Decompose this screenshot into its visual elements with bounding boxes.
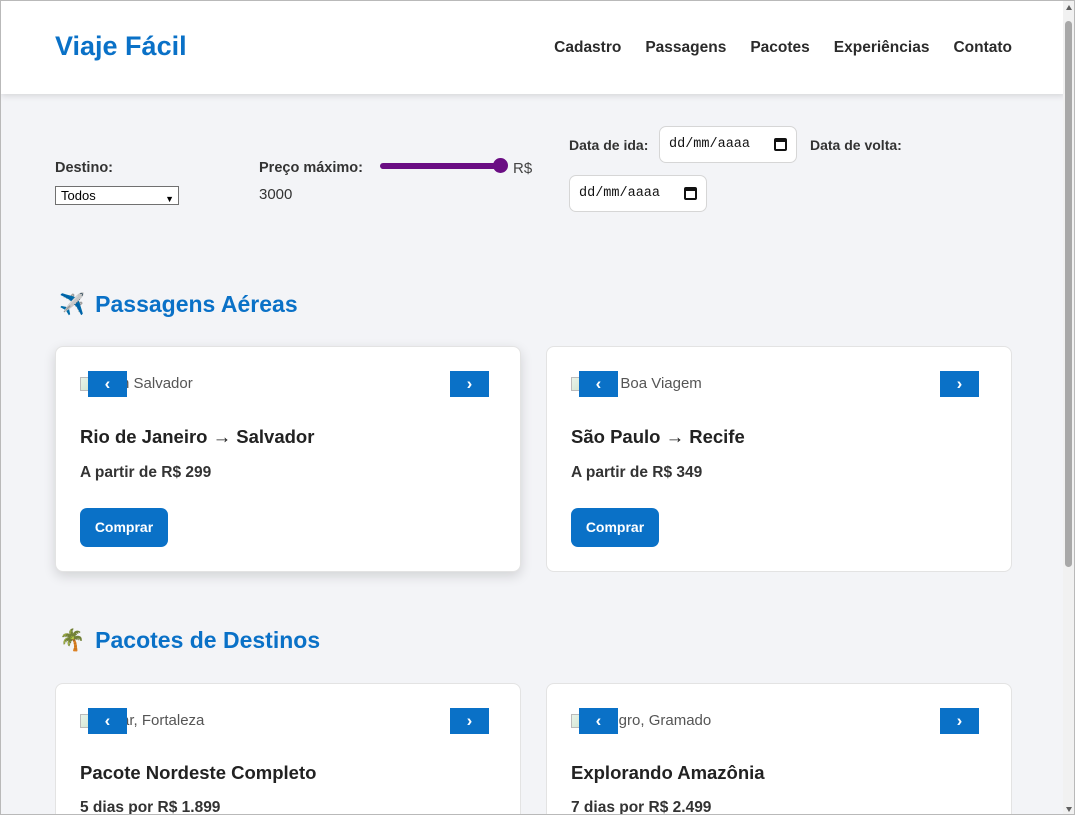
- page: Viaje Fácil Cadastro Passagens Pacotes E…: [0, 0, 1075, 815]
- section-title-pacotes: 🌴 Pacotes de Destinos: [59, 627, 320, 654]
- card-title: Rio de Janeiro → Salvador: [80, 426, 315, 447]
- section-title-passagens: ✈️ Passagens Aéreas: [59, 291, 298, 318]
- buy-button[interactable]: Comprar: [571, 508, 659, 547]
- card-title: Pacote Nordeste Completo: [80, 762, 317, 783]
- carousel-next-button[interactable]: ›: [450, 708, 489, 734]
- nav-link-contato[interactable]: Contato: [953, 39, 1012, 57]
- card-price: A partir de R$ 349: [571, 464, 703, 481]
- carousel-prev-button[interactable]: ‹: [88, 371, 127, 397]
- page-scrollbar[interactable]: [1063, 1, 1074, 814]
- volta-label: Data de volta:: [810, 137, 902, 153]
- card-title: São Paulo → Recife: [571, 426, 745, 447]
- main-nav: Cadastro Passagens Pacotes Experiências …: [554, 39, 1012, 57]
- card-price: 7 dias por R$ 2.499: [571, 799, 712, 815]
- flight-card: a de Boa Viagem ‹ › São Paulo → Recife A…: [546, 346, 1012, 572]
- nav-link-passagens[interactable]: Passagens: [645, 39, 726, 57]
- carousel-next-button[interactable]: ›: [940, 708, 979, 734]
- scrollbar-thumb[interactable]: [1065, 21, 1072, 567]
- site-header: Viaje Fácil Cadastro Passagens Pacotes E…: [1, 1, 1065, 94]
- section-heading: Pacotes de Destinos: [95, 627, 321, 653]
- volta-date-input[interactable]: dd/mm/aaaa: [569, 175, 707, 212]
- package-card: a mar, Fortaleza ‹ › Pacote Nordeste Com…: [55, 683, 521, 815]
- carousel-next-button[interactable]: ›: [450, 371, 489, 397]
- nav-link-cadastro[interactable]: Cadastro: [554, 39, 621, 57]
- flight-card: a em Salvador ‹ › Rio de Janeiro → Salva…: [55, 346, 521, 572]
- section-heading: Passagens Aéreas: [95, 291, 298, 317]
- calendar-icon[interactable]: [774, 138, 787, 151]
- ida-label: Data de ida:: [569, 137, 649, 153]
- calendar-icon[interactable]: [684, 187, 697, 200]
- palm-tree-icon: 🌴: [59, 628, 86, 652]
- chevron-down-icon: ▼: [165, 194, 174, 204]
- package-card: o Negro, Gramado ‹ › Explorando Amazônia…: [546, 683, 1012, 815]
- card-price: 5 dias por R$ 1.899: [80, 799, 221, 815]
- scroll-down-arrow-icon[interactable]: [1066, 807, 1072, 812]
- carousel-next-button[interactable]: ›: [940, 371, 979, 397]
- preco-range-slider[interactable]: [380, 163, 507, 169]
- carousel-prev-button[interactable]: ‹: [579, 708, 618, 734]
- scroll-up-arrow-icon[interactable]: [1066, 5, 1072, 10]
- nav-link-pacotes[interactable]: Pacotes: [750, 39, 809, 57]
- ida-date-input[interactable]: dd/mm/aaaa: [659, 126, 797, 163]
- destino-select[interactable]: Todos ▼: [55, 186, 179, 205]
- airplane-icon: ✈️: [59, 292, 86, 316]
- carousel-prev-button[interactable]: ‹: [88, 708, 127, 734]
- destino-label: Destino:: [55, 160, 113, 176]
- preco-label: Preço máximo:: [259, 160, 363, 176]
- buy-button[interactable]: Comprar: [80, 508, 168, 547]
- currency-label: R$: [513, 160, 533, 177]
- volta-date-placeholder: dd/mm/aaaa: [579, 186, 661, 201]
- nav-link-experiencias[interactable]: Experiências: [834, 39, 930, 57]
- carousel-prev-button[interactable]: ‹: [579, 371, 618, 397]
- site-logo[interactable]: Viaje Fácil: [55, 31, 187, 62]
- preco-value: 3000: [259, 186, 293, 203]
- ida-date-placeholder: dd/mm/aaaa: [669, 137, 751, 152]
- card-price: A partir de R$ 299: [80, 464, 212, 481]
- preco-range-thumb[interactable]: [493, 158, 508, 173]
- destino-selected-value: Todos: [61, 188, 96, 203]
- card-title: Explorando Amazônia: [571, 762, 765, 783]
